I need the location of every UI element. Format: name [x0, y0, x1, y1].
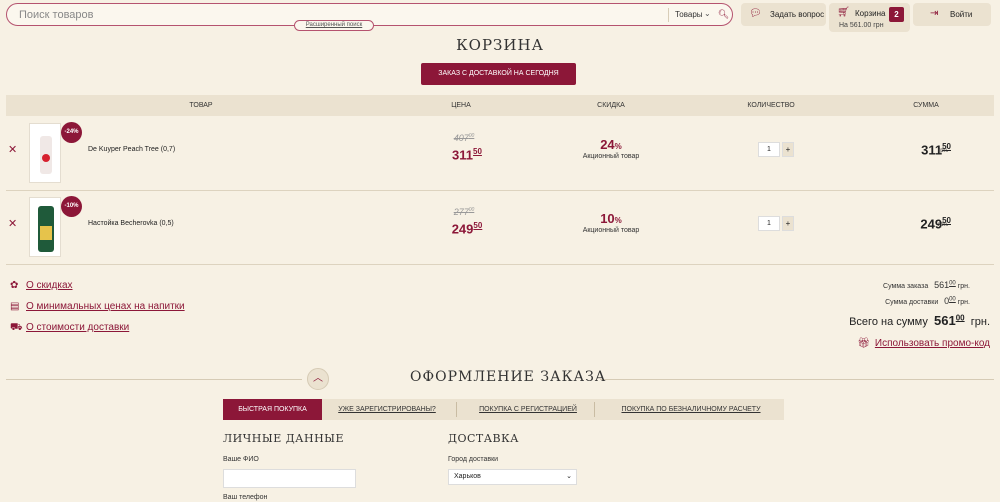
remove-icon[interactable]: ✕ [8, 143, 17, 156]
cart-button[interactable]: 🛒︎ Корзина На 561.00 грн 2 [829, 3, 910, 32]
product-name[interactable]: De Kuyper Peach Tree (0,7) [88, 146, 175, 153]
ask-question-label: Задать вопрос [770, 10, 825, 19]
header: Поиск товаров Товары ⌄ 🔍︎ Расширенный по… [0, 0, 1000, 34]
current-price: 24950 [451, 221, 483, 237]
cart-icon: 🛒︎ [837, 7, 850, 18]
chat-icon: 💬︎ [749, 8, 762, 19]
table-row: ✕ -10% Настойка Becherovka (0,5) 27700 2… [6, 191, 994, 265]
current-price: 31150 [452, 147, 482, 163]
ask-question-button[interactable]: 💬︎ Задать вопрос [741, 3, 826, 26]
tab-quick-purchase[interactable]: БЫСТРАЯ ПОКУПКА [223, 399, 322, 420]
collapse-button[interactable]: ︿ [307, 368, 329, 390]
discount-badge: -10% [61, 196, 82, 217]
city-value: Харьков [454, 473, 481, 480]
discount-icon: ✿ [10, 280, 19, 291]
tab-cashless-purchase[interactable]: ПОКУПКА ПО БЕЗНАЛИЧНОМУ РАСЧЕТУ [603, 399, 779, 420]
bottle-image [40, 136, 52, 174]
login-label: Войти [950, 10, 973, 19]
column-header-sum: СУММА [913, 102, 939, 109]
tab-delivery-today[interactable]: ЗАКАЗ С ДОСТАВКОЙ НА СЕГОДНЯ [421, 63, 576, 85]
column-header-product: ТОВАР [189, 102, 213, 109]
tab-already-registered[interactable]: УЖЕ ЗАРЕГИСТРИРОВАНЫ? [327, 399, 447, 420]
discount-badge: -24% [61, 122, 82, 143]
city-select[interactable]: Харьков ⌄ [448, 469, 577, 485]
table-header: ТОВАР ЦЕНА СКИДКА КОЛИЧЕСТВО СУММА [6, 95, 994, 116]
gift-icon: 🎁︎ [857, 338, 870, 349]
divider [456, 402, 457, 417]
bottle-image [38, 206, 54, 252]
login-icon: ⇥ [930, 8, 939, 19]
cart-label: Корзина [855, 9, 886, 18]
currency-label: грн. [938, 148, 949, 154]
product-name[interactable]: Настойка Becherovka (0,5) [88, 220, 174, 227]
chevron-up-icon: ︿ [313, 373, 323, 384]
discount-percent: 10% [600, 211, 622, 226]
old-price: 40700 [453, 133, 475, 143]
total-sum: Всего на сумму 56100 грн. [849, 313, 990, 328]
search-input[interactable]: Поиск товаров [19, 9, 94, 21]
promo-label: Акционный товар [582, 153, 640, 160]
page-title: КОРЗИНА [456, 36, 544, 54]
fio-label: Ваше ФИО [223, 456, 259, 463]
divider [594, 402, 595, 417]
product-image[interactable] [29, 123, 61, 183]
promo-label: Акционный товар [582, 227, 640, 234]
search-icon[interactable]: 🔍︎ [716, 7, 731, 22]
chevron-down-icon: ⌄ [566, 473, 572, 480]
divider [668, 8, 669, 22]
column-header-discount: СКИДКА [597, 102, 625, 109]
divider [600, 379, 994, 380]
personal-data-heading: ЛИЧНЫЕ ДАННЫЕ [223, 432, 345, 445]
table-row: ✕ -24% De Kuyper Peach Tree (0,7) 40700 … [6, 117, 994, 191]
delivery-cost-info-link[interactable]: ⛟ О стоимости доставки [10, 322, 129, 335]
checkout-tabs: БЫСТРАЯ ПОКУПКА УЖЕ ЗАРЕГИСТРИРОВАНЫ? ПО… [223, 399, 784, 420]
old-price: 27700 [453, 207, 475, 217]
remove-icon[interactable]: ✕ [8, 217, 17, 230]
discount-percent: 24% [600, 137, 622, 152]
promo-code-link[interactable]: 🎁︎ Использовать промо-код [857, 338, 990, 349]
delivery-heading: ДОСТАВКА [448, 432, 519, 445]
delivery-sum: Сумма доставки 000 грн. [885, 296, 970, 306]
city-label: Город доставки [448, 456, 499, 463]
login-button[interactable]: ⇥ Войти [913, 3, 991, 26]
column-header-price: ЦЕНА [451, 102, 471, 109]
divider [6, 379, 302, 380]
quantity-input[interactable]: 1 [758, 142, 780, 157]
phone-label: Ваш телефон [223, 494, 268, 501]
tab-register-purchase[interactable]: ПОКУПКА С РЕГИСТРАЦИЕЙ [463, 399, 593, 420]
currency-label: грн. [938, 222, 949, 228]
cart-sum: На 561.00 грн [839, 22, 884, 29]
chevron-down-icon[interactable]: ⌄ [704, 9, 711, 18]
advanced-search-link[interactable]: Расширенный поиск [294, 20, 374, 31]
discounts-info-link[interactable]: ✿ О скидках [10, 280, 73, 291]
search-category-select[interactable]: Товары [675, 10, 703, 19]
fio-field[interactable] [223, 469, 356, 488]
plus-button[interactable]: + [782, 216, 794, 231]
order-sum: Сумма заказа 56100 грн. [883, 280, 970, 290]
document-icon: ▤ [10, 301, 20, 312]
quantity-input[interactable]: 1 [758, 216, 780, 231]
min-prices-info-link[interactable]: ▤ О минимальных ценах на напитки [10, 301, 185, 312]
cart-count-badge: 2 [889, 7, 904, 22]
plus-button[interactable]: + [782, 142, 794, 157]
checkout-title: ОФОРМЛЕНИЕ ЗАКАЗА [410, 369, 607, 385]
column-header-quantity: КОЛИЧЕСТВО [747, 102, 795, 109]
truck-icon: ⛟ [10, 322, 23, 333]
product-image[interactable] [29, 197, 61, 257]
